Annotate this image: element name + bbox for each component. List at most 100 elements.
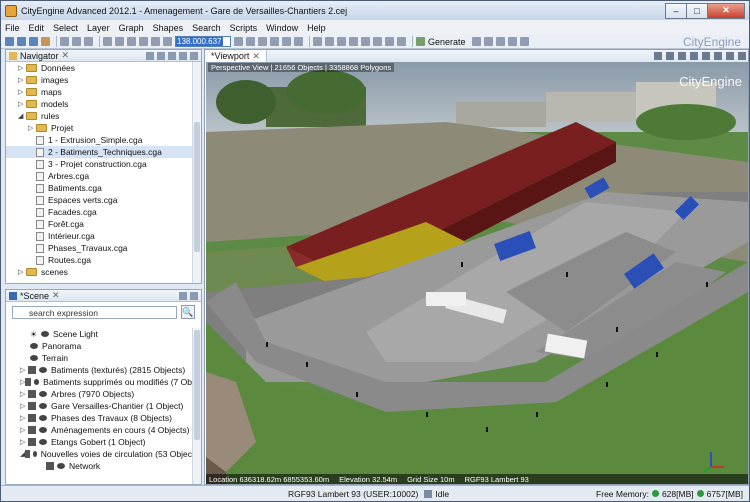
scene-layer-item[interactable]: ▷ Aménagements en cours (4 Objects): [6, 424, 192, 436]
navigator-item[interactable]: Forêt.cga: [6, 218, 192, 230]
visibility-eye-icon[interactable]: [32, 451, 37, 457]
navigator-item[interactable]: Routes.cga: [6, 254, 192, 266]
navigator-item[interactable]: ▷ maps: [6, 86, 192, 98]
lot-icon[interactable]: [258, 37, 267, 46]
minimize-button[interactable]: –: [665, 2, 687, 19]
search-icon[interactable]: 🔍: [181, 305, 195, 319]
navigator-item[interactable]: ▷ Projet: [6, 122, 192, 134]
expand-arrow-icon[interactable]: ◢: [18, 112, 26, 120]
split-icon[interactable]: [397, 37, 406, 46]
navigator-item[interactable]: 1 - Extrusion_Simple.cga: [6, 134, 192, 146]
shape-edit-icon[interactable]: [337, 37, 346, 46]
render-icon[interactable]: [471, 37, 481, 46]
menu-file[interactable]: File: [5, 23, 20, 33]
scene-layer-item[interactable]: ▷ Phases des Travaux (8 Objects): [6, 412, 192, 424]
edit-icon[interactable]: [234, 37, 243, 46]
paint-icon[interactable]: [163, 37, 172, 46]
scene-layer-item[interactable]: ◢ Nouvelles voies de circulation (53 Obje…: [6, 448, 192, 460]
visibility-eye-icon[interactable]: [30, 343, 38, 349]
visibility-eye-icon[interactable]: [33, 379, 40, 385]
navigator-item[interactable]: ◢ rules: [6, 110, 192, 122]
scene-layer-item[interactable]: Terrain: [6, 352, 192, 364]
node-icon[interactable]: [270, 37, 279, 46]
navigator-item[interactable]: 2 - Batiments_Techniques.cga: [6, 146, 192, 158]
texture-icon[interactable]: [507, 37, 517, 46]
zoom-field[interactable]: 138.000.637: [175, 36, 231, 47]
minimize-icon[interactable]: [726, 52, 734, 60]
undo-icon[interactable]: [60, 37, 69, 46]
expand-arrow-icon[interactable]: ▷: [18, 88, 26, 96]
visibility-eye-icon[interactable]: [39, 439, 47, 445]
generate-button[interactable]: Generate: [428, 37, 466, 47]
view-icon[interactable]: [666, 52, 674, 60]
maximize-button[interactable]: □: [686, 2, 708, 19]
street-icon[interactable]: [246, 37, 255, 46]
open-icon[interactable]: [17, 37, 26, 46]
visibility-eye-icon[interactable]: [39, 403, 47, 409]
curve-icon[interactable]: [282, 37, 291, 46]
scene-layer-item[interactable]: ▷ Batiments supprimés ou modifiés (7 Ob: [6, 376, 192, 388]
wireframe-icon[interactable]: [483, 37, 493, 46]
redo-icon[interactable]: [72, 37, 81, 46]
layers-icon[interactable]: [690, 52, 698, 60]
terrain-icon[interactable]: [313, 37, 322, 46]
menu-select[interactable]: Select: [53, 23, 78, 33]
import-icon[interactable]: [41, 37, 50, 46]
tab-viewport[interactable]: *Viewport: [211, 51, 249, 61]
navigator-item[interactable]: ▷ images: [6, 74, 192, 86]
close-tab-icon[interactable]: ✕: [62, 50, 70, 61]
scene-scrollbar[interactable]: [192, 328, 201, 484]
close-button[interactable]: ✕: [707, 2, 745, 19]
scene-layer-item[interactable]: ▷ Etangs Gobert (1 Object): [6, 436, 192, 448]
visibility-eye-icon[interactable]: [39, 427, 47, 433]
bookmark-icon[interactable]: [714, 52, 722, 60]
scene-layer-item[interactable]: ☀ Scene Light: [6, 328, 192, 340]
new-icon[interactable]: [5, 37, 14, 46]
generate-icon[interactable]: [416, 37, 425, 46]
lighting-icon[interactable]: [519, 37, 529, 46]
view-menu-icon[interactable]: [168, 51, 176, 60]
shape-icon[interactable]: [325, 37, 334, 46]
expand-arrow-icon[interactable]: ▷: [20, 414, 28, 422]
visibility-eye-icon[interactable]: [39, 367, 47, 373]
move-icon[interactable]: [103, 37, 112, 46]
visibility-eye-icon[interactable]: [30, 355, 38, 361]
menu-window[interactable]: Window: [266, 23, 298, 33]
minimize-icon[interactable]: [179, 51, 187, 60]
scene-search-input[interactable]: search expression: [12, 306, 177, 319]
expand-arrow-icon[interactable]: ▷: [20, 438, 28, 446]
scale-icon[interactable]: [127, 37, 136, 46]
expand-arrow-icon[interactable]: ▷: [20, 390, 28, 398]
visibility-eye-icon[interactable]: [41, 331, 49, 337]
expand-arrow-icon[interactable]: ▷: [18, 268, 26, 276]
navigator-item[interactable]: ▷ Données: [6, 62, 192, 74]
subdivide-icon[interactable]: [361, 37, 370, 46]
grow-streets-icon[interactable]: [294, 37, 303, 46]
close-tab-icon[interactable]: ✕: [252, 51, 260, 62]
scene-layer-item[interactable]: ▷ Gare Versailles-Chantier (1 Object): [6, 400, 192, 412]
navigator-item[interactable]: Espaces verts.cga: [6, 194, 192, 206]
navigator-item[interactable]: Phases_Travaux.cga: [6, 242, 192, 254]
visibility-eye-icon[interactable]: [39, 415, 47, 421]
shading-icon[interactable]: [678, 52, 686, 60]
expand-arrow-icon[interactable]: ▷: [28, 124, 36, 132]
navigator-item[interactable]: Intérieur.cga: [6, 230, 192, 242]
rotate-icon[interactable]: [115, 37, 124, 46]
camera-icon[interactable]: [654, 52, 662, 60]
menu-layer[interactable]: Layer: [87, 23, 110, 33]
expand-arrow-icon[interactable]: ▷: [18, 76, 26, 84]
close-tab-icon[interactable]: ✕: [52, 290, 60, 301]
scene-layer-item[interactable]: ▷ Batiments (texturés) (2815 Objects): [6, 364, 192, 376]
align-icon[interactable]: [373, 37, 382, 46]
menu-help[interactable]: Help: [307, 23, 326, 33]
3d-scene[interactable]: Perspective View | 21656 Objects | 33588…: [206, 62, 748, 484]
navigator-item[interactable]: ▷ models: [6, 98, 192, 110]
navigator-item[interactable]: Arbres.cga: [6, 170, 192, 182]
settings-icon[interactable]: [702, 52, 710, 60]
maximize-icon[interactable]: [738, 52, 746, 60]
scene-layer-item[interactable]: Panorama: [6, 340, 192, 352]
navigator-item[interactable]: Batiments.cga: [6, 182, 192, 194]
visibility-eye-icon[interactable]: [39, 391, 47, 397]
scroll-thumb[interactable]: [194, 330, 200, 440]
expand-arrow-icon[interactable]: ▷: [20, 426, 28, 434]
